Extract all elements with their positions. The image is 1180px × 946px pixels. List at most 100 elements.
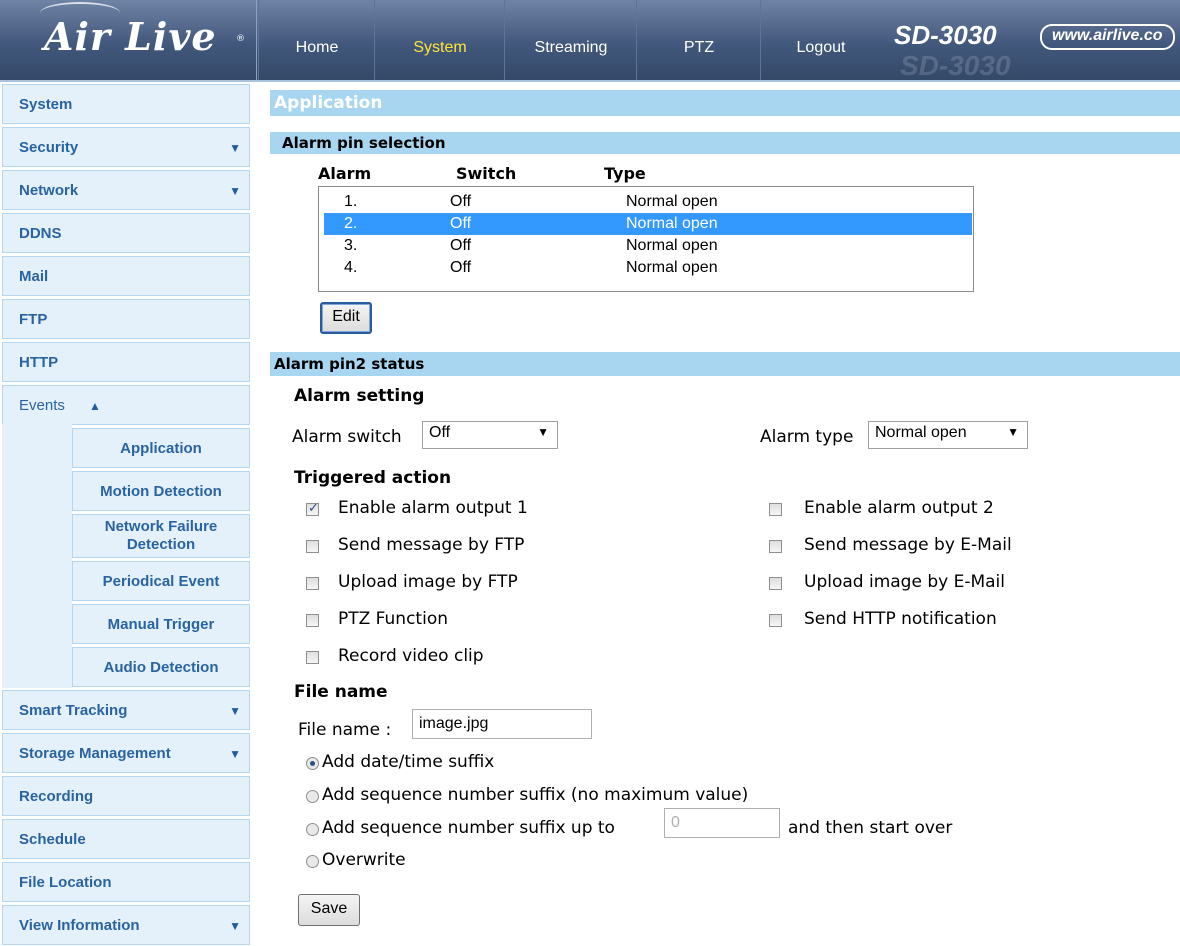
chevron-down-icon: ▼ bbox=[229, 919, 241, 933]
sidebar-subitem-application[interactable]: Application bbox=[72, 428, 250, 468]
sidebar-item-system[interactable]: System bbox=[2, 84, 250, 124]
sidebar-item-security[interactable]: Security ▼ bbox=[2, 127, 250, 167]
tab-system[interactable]: System bbox=[374, 0, 505, 80]
alarm-row-2[interactable]: 2. Off Normal open bbox=[324, 213, 972, 235]
sidebar-subitem-network-failure-detection[interactable]: Network Failure Detection bbox=[72, 514, 250, 558]
send-message-email-label: Send message by E-Mail bbox=[804, 535, 1012, 555]
tab-home[interactable]: Home bbox=[258, 0, 375, 80]
alarm-row-4[interactable]: 4. Off Normal open bbox=[324, 257, 972, 279]
sidebar-subitem-manual-trigger[interactable]: Manual Trigger bbox=[72, 604, 250, 644]
alarm-row-3[interactable]: 3. Off Normal open bbox=[324, 235, 972, 257]
sidebar-item-schedule[interactable]: Schedule bbox=[2, 819, 250, 859]
date-time-suffix-radio[interactable] bbox=[306, 757, 319, 770]
sidebar-item-label: Mail bbox=[19, 268, 49, 285]
chevron-down-icon: ▼ bbox=[229, 747, 241, 761]
model-name: SD-3030 bbox=[894, 20, 997, 50]
alarm-number: 3. bbox=[344, 237, 358, 254]
enable-alarm-output-1-checkbox[interactable]: ✓ bbox=[306, 501, 319, 516]
sequence-suffix-radio[interactable] bbox=[306, 790, 319, 803]
column-header-switch: Switch bbox=[456, 164, 517, 183]
upload-image-ftp-label: Upload image by FTP bbox=[338, 572, 518, 592]
website-badge: www.airlive.co bbox=[1040, 24, 1175, 50]
sidebar-item-label: Events bbox=[19, 397, 65, 414]
alarm-switch-value: Off bbox=[429, 424, 451, 441]
alarm-switch: Off bbox=[450, 193, 472, 210]
enable-alarm-output-1-label: Enable alarm output 1 bbox=[338, 498, 528, 518]
alarm-setting-heading: Alarm setting bbox=[294, 386, 425, 406]
tab-streaming[interactable]: Streaming bbox=[504, 0, 637, 80]
alarm-type-select[interactable]: Normal open ▼ bbox=[868, 421, 1028, 449]
dropdown-arrow-icon: ▼ bbox=[537, 425, 549, 439]
sidebar-item-label: HTTP bbox=[19, 354, 59, 371]
send-message-email-checkbox[interactable] bbox=[769, 540, 782, 553]
alarm-switch-label: Alarm switch bbox=[292, 427, 402, 447]
edit-button[interactable]: Edit bbox=[320, 302, 372, 334]
ptz-function-checkbox[interactable] bbox=[306, 614, 319, 627]
alarm-switch: Off bbox=[450, 215, 472, 232]
sidebar-item-label: Smart Tracking bbox=[19, 702, 128, 719]
section-header-alarm-pin-status: Alarm pin2 status bbox=[270, 352, 1180, 376]
chevron-down-icon: ▼ bbox=[229, 704, 241, 718]
send-message-ftp-checkbox[interactable] bbox=[306, 540, 319, 553]
sequence-suffix-limit-label: Add sequence number suffix up to bbox=[322, 818, 615, 838]
overwrite-radio[interactable] bbox=[306, 855, 319, 868]
alarm-switch-select[interactable]: Off ▼ bbox=[422, 421, 558, 449]
date-time-suffix-label: Add date/time suffix bbox=[322, 752, 495, 772]
checkmark-icon: ✓ bbox=[308, 501, 319, 516]
sidebar-item-smart-tracking[interactable]: Smart Tracking ▼ bbox=[2, 690, 250, 730]
sidebar-item-events[interactable]: Events ▲ bbox=[2, 385, 250, 425]
tab-logout[interactable]: Logout bbox=[760, 0, 881, 80]
dropdown-arrow-icon: ▼ bbox=[1007, 425, 1019, 439]
alarm-type: Normal open bbox=[626, 193, 718, 210]
sidebar-item-view-information[interactable]: View Information ▼ bbox=[2, 905, 250, 945]
chevron-down-icon: ▼ bbox=[229, 141, 241, 155]
alarm-pin-list[interactable]: 1. Off Normal open 2. Off Normal open 3.… bbox=[318, 186, 974, 292]
overwrite-label: Overwrite bbox=[322, 850, 406, 870]
sidebar-item-label: System bbox=[19, 96, 73, 113]
file-name-label: File name : bbox=[298, 720, 392, 740]
sidebar-subitem-motion-detection[interactable]: Motion Detection bbox=[72, 471, 250, 511]
record-video-clip-checkbox[interactable] bbox=[306, 651, 319, 664]
record-video-clip-label: Record video clip bbox=[338, 646, 484, 666]
sidebar-item-recording[interactable]: Recording bbox=[2, 776, 250, 816]
section-header-alarm-pin-selection: Alarm pin selection bbox=[270, 132, 1180, 154]
alarm-row-1[interactable]: 1. Off Normal open bbox=[324, 191, 972, 213]
sidebar-item-label: Network bbox=[19, 182, 79, 199]
chevron-up-icon: ▲ bbox=[89, 399, 101, 413]
sidebar: System Security ▼ Network ▼ DDNS Mail FT… bbox=[0, 82, 256, 945]
sequence-suffix-limit-radio[interactable] bbox=[306, 823, 319, 836]
alarm-switch: Off bbox=[450, 237, 472, 254]
sidebar-subitem-periodical-event[interactable]: Periodical Event bbox=[72, 561, 250, 601]
sidebar-item-storage-management[interactable]: Storage Management ▼ bbox=[2, 733, 250, 773]
upload-image-email-checkbox[interactable] bbox=[769, 577, 782, 590]
sequence-max-input[interactable] bbox=[664, 808, 780, 838]
page-title: Application bbox=[270, 90, 1180, 116]
sidebar-item-http[interactable]: HTTP bbox=[2, 342, 250, 382]
alarm-number: 4. bbox=[344, 259, 358, 276]
sidebar-item-ftp[interactable]: FTP bbox=[2, 299, 250, 339]
alarm-type: Normal open bbox=[626, 237, 718, 254]
file-name-input[interactable] bbox=[412, 709, 592, 739]
sidebar-item-mail[interactable]: Mail bbox=[2, 256, 250, 296]
upload-image-ftp-checkbox[interactable] bbox=[306, 577, 319, 590]
tab-ptz[interactable]: PTZ bbox=[636, 0, 761, 80]
alarm-type-value: Normal open bbox=[875, 424, 967, 441]
save-button[interactable]: Save bbox=[298, 894, 360, 926]
send-http-notification-checkbox[interactable] bbox=[769, 614, 782, 627]
sidebar-item-label: Recording bbox=[19, 788, 94, 805]
upload-image-email-label: Upload image by E-Mail bbox=[804, 572, 1005, 592]
sequence-suffix-label: Add sequence number suffix (no maximum v… bbox=[322, 785, 749, 805]
sidebar-item-file-location[interactable]: File Location bbox=[2, 862, 250, 902]
sidebar-subitem-audio-detection[interactable]: Audio Detection bbox=[72, 647, 250, 687]
sequence-start-over-label: and then start over bbox=[788, 818, 953, 838]
logo-text: Air Live bbox=[44, 14, 217, 59]
sidebar-item-network[interactable]: Network ▼ bbox=[2, 170, 250, 210]
alarm-type: Normal open bbox=[626, 259, 718, 276]
sidebar-item-ddns[interactable]: DDNS bbox=[2, 213, 250, 253]
sidebar-item-label: Storage Management bbox=[19, 745, 171, 762]
enable-alarm-output-2-checkbox[interactable] bbox=[769, 503, 782, 516]
column-header-type: Type bbox=[604, 164, 646, 183]
logo-registered-mark: ® bbox=[236, 34, 245, 44]
ptz-function-label: PTZ Function bbox=[338, 609, 448, 629]
chevron-down-icon: ▼ bbox=[229, 184, 241, 198]
